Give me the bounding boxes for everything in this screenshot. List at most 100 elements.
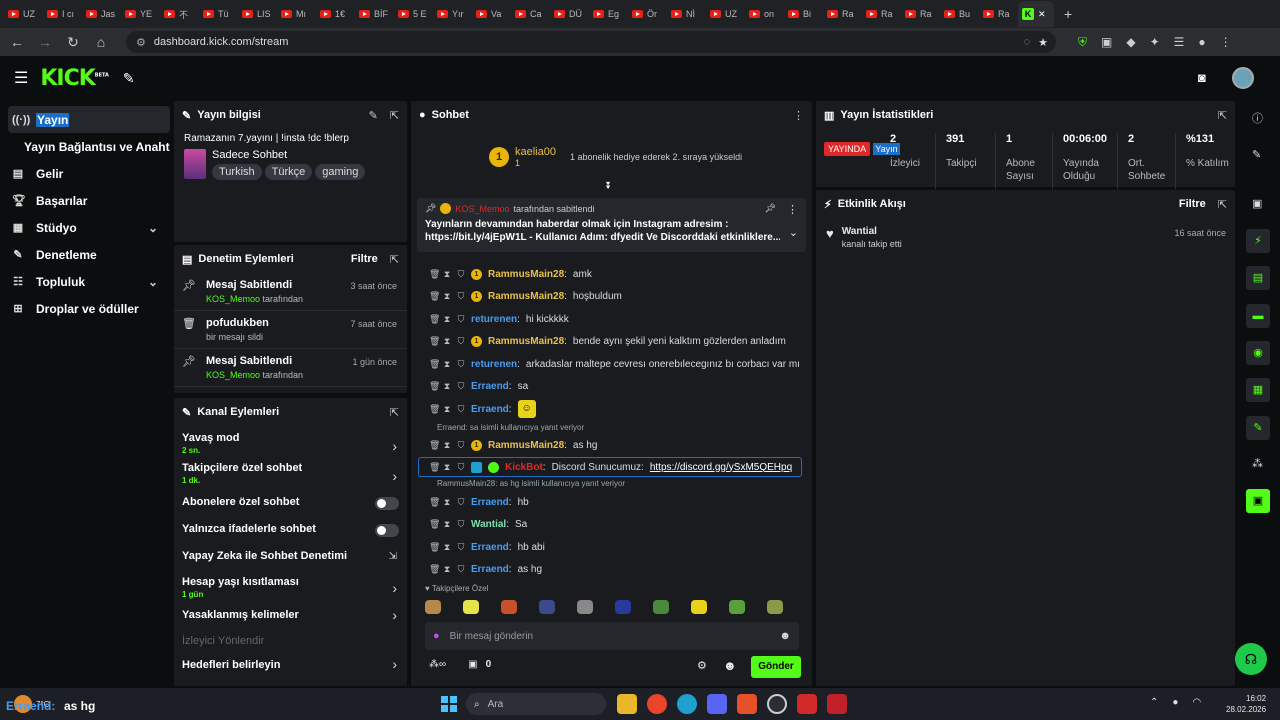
sidebar-item-moderation[interactable]: ✎ Denetleme: [0, 241, 170, 268]
timeout-icon[interactable]: ⧗: [443, 359, 451, 370]
emote-menu-icon[interactable]: ☻: [723, 658, 737, 673]
ai-moderation-row[interactable]: Yapay Zeka ile Sohbet Denetimi ⇲: [174, 546, 407, 570]
trash-icon[interactable]: 🗑︎: [429, 564, 440, 575]
screenshot-icon[interactable]: ▣: [1252, 197, 1262, 210]
sidebar-item-drops[interactable]: ⊞ Droplar ve ödüller: [0, 295, 170, 322]
shield-icon[interactable]: ⛉: [457, 336, 465, 347]
browser-tab[interactable]: Ra: [979, 1, 1018, 27]
chat-username[interactable]: RammusMain28: [488, 440, 564, 451]
timeout-icon[interactable]: ⧗: [443, 564, 451, 575]
chat-message[interactable]: 🗑︎ ⧗ ⛉ returenen: hi kickkkk: [411, 308, 812, 331]
emote[interactable]: ☺: [517, 400, 536, 419]
browser-tab[interactable]: UZ: [706, 1, 745, 27]
chat-username[interactable]: Erraend: [471, 381, 509, 392]
recorder-icon[interactable]: [797, 694, 817, 714]
chat-username[interactable]: RammusMain28: [488, 269, 564, 280]
subs-only-toggle[interactable]: [375, 497, 399, 510]
trash-icon[interactable]: 🗑︎: [429, 542, 440, 553]
shield-icon[interactable]: ⛉: [457, 497, 465, 508]
gift-user[interactable]: kaelia00: [515, 146, 556, 158]
emoji-icon[interactable]: ☻: [779, 630, 791, 642]
expand-icon[interactable]: ⌄: [789, 226, 798, 239]
emote[interactable]: [767, 600, 783, 614]
new-tab-icon[interactable]: +: [1064, 6, 1072, 22]
browser-tab[interactable]: 5 E: [394, 1, 433, 27]
goals-row[interactable]: Hedefleri belirleyin ›: [174, 655, 407, 680]
trash-icon[interactable]: 🗑︎: [429, 314, 440, 325]
browser-tab[interactable]: Tü: [199, 1, 238, 27]
hamburger-icon[interactable]: ☰: [14, 68, 28, 88]
browser-tab[interactable]: Ör: [628, 1, 667, 27]
popout-icon[interactable]: ⇱: [390, 109, 399, 122]
chat-message[interactable]: 🗑︎ ⧗ ⛉ Erraend: hb: [411, 491, 812, 514]
trash-icon[interactable]: 🗑︎: [429, 381, 440, 392]
sidebar-item-achievements[interactable]: 🏆︎ Başarılar: [0, 187, 170, 214]
chrome-icon[interactable]: [647, 694, 667, 714]
followers-only-row[interactable]: Takipçilere özel sohbet 1 dk. ›: [174, 462, 407, 492]
rail-studio-button[interactable]: ▣: [1246, 489, 1270, 513]
chat-username[interactable]: Erraend: [471, 564, 509, 575]
timeout-icon[interactable]: ⧗: [443, 440, 451, 451]
extension-icon[interactable]: ▣: [1101, 35, 1112, 50]
edit-icon[interactable]: ✎: [369, 109, 378, 122]
more-icon[interactable]: ⋮: [793, 109, 804, 122]
emote-only-toggle[interactable]: [375, 524, 399, 537]
kick-logo[interactable]: KICKBETA: [40, 66, 109, 91]
trash-icon[interactable]: 🗑︎: [429, 336, 440, 347]
action-user[interactable]: KOS_Memoo: [206, 370, 260, 380]
tag-chip[interactable]: Türkçe: [264, 164, 313, 180]
profile-icon[interactable]: ●: [1198, 35, 1205, 50]
timeout-icon[interactable]: ⧗: [443, 381, 451, 392]
trash-icon[interactable]: 🗑︎: [429, 440, 440, 451]
theater-icon[interactable]: ◙: [1198, 70, 1206, 85]
eye-off-icon[interactable]: ◌: [1024, 36, 1031, 48]
browser-tab[interactable]: I cı: [43, 1, 82, 27]
chat-message[interactable]: 🗑︎ ⧗ ⛉ Erraend: as hg: [411, 559, 812, 582]
unpin-icon[interactable]: 📌︎: [765, 203, 776, 214]
settings-icon[interactable]: ⚙: [697, 659, 707, 672]
mic-icon[interactable]: ●: [433, 630, 440, 642]
rail-broadcast-button[interactable]: ◉: [1246, 341, 1270, 365]
browser-tab[interactable]: Va: [472, 1, 511, 27]
shield-icon[interactable]: ⛉: [457, 359, 465, 370]
brave-icon[interactable]: [737, 694, 757, 714]
tab-search-icon[interactable]: ☰: [1174, 35, 1185, 50]
folder-icon[interactable]: [617, 694, 637, 714]
browser-tab[interactable]: DÜ: [550, 1, 589, 27]
shield-icon[interactable]: ⛉: [457, 542, 465, 553]
emote[interactable]: [729, 600, 745, 614]
timeout-icon[interactable]: ⧗: [443, 291, 451, 302]
trash-icon[interactable]: 🗑︎: [429, 291, 440, 302]
browser-tab[interactable]: YE: [121, 1, 160, 27]
emote[interactable]: [539, 600, 555, 614]
chat-username[interactable]: RammusMain28: [488, 336, 564, 347]
slow-mode-row[interactable]: Yavaş mod 2 sn. ›: [174, 432, 407, 462]
site-info-icon[interactable]: ⚙: [136, 36, 146, 49]
back-icon[interactable]: ←: [10, 34, 24, 50]
timeout-icon[interactable]: ⧗: [443, 336, 451, 347]
emote[interactable]: [577, 600, 593, 614]
trash-icon[interactable]: 🗑︎: [429, 462, 440, 473]
chat-message[interactable]: 🗑︎ ⧗ ⛉ returenen: arkadaslar maltepe cevresı…: [411, 353, 812, 376]
browser-tab[interactable]: Mı: [277, 1, 316, 27]
sidebar-item-studio[interactable]: ▦ Stüdyo ⌄: [0, 214, 170, 241]
chat-message[interactable]: 🗑︎ ⧗ ⛉ Erraend: hb abi: [411, 536, 812, 559]
tools-icon[interactable]: ✎: [123, 70, 135, 87]
banned-words-row[interactable]: Yasaklanmış kelimeler ›: [174, 605, 407, 630]
emote[interactable]: [501, 600, 517, 614]
popout-icon[interactable]: ⇱: [1218, 198, 1227, 211]
chat-message[interactable]: 🗑︎ ⧗ ⛉ Wantial: Sa: [411, 514, 812, 537]
category-thumbnail[interactable]: [184, 149, 206, 179]
wifi-icon[interactable]: ◠: [1192, 697, 1201, 708]
emote[interactable]: [425, 600, 441, 614]
browser-tab[interactable]: Ra: [862, 1, 901, 27]
timeout-icon[interactable]: ⧗: [443, 497, 451, 508]
category-name[interactable]: Sadece Sohbet: [212, 149, 368, 161]
gift-icon[interactable]: ▣: [468, 659, 477, 670]
avatar[interactable]: [1232, 67, 1254, 89]
sidebar-item-stream-key[interactable]: Yayın Bağlantısı ve Anahtar: [0, 133, 170, 160]
clock[interactable]: 16:02 28.02.2026: [1226, 693, 1266, 715]
info-icon[interactable]: ⓘ: [1252, 110, 1263, 126]
rail-notes-button[interactable]: ▤: [1246, 266, 1270, 290]
browser-tab[interactable]: Nİ: [667, 1, 706, 27]
